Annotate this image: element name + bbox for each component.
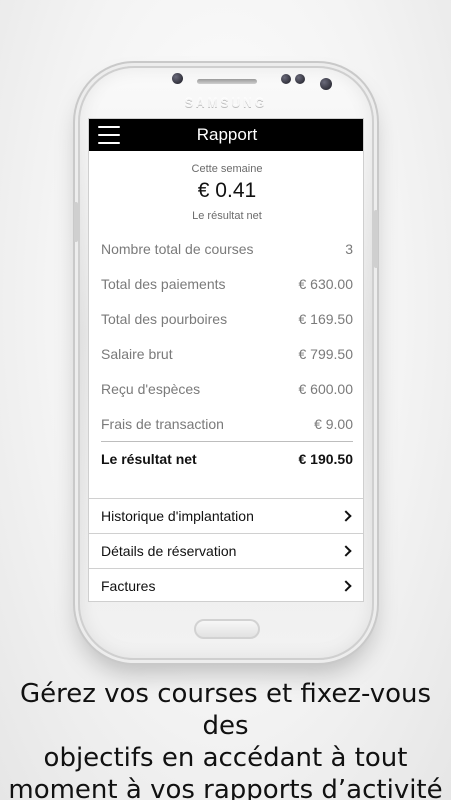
row-value: € 630.00 <box>298 275 354 292</box>
row-label: Salaire brut <box>101 345 173 362</box>
link-location-history[interactable]: Historique d'implantation <box>89 499 363 534</box>
app-header: Rapport <box>89 119 363 151</box>
caption-line: moment à vos rapports d’activité <box>8 775 443 800</box>
link-label: Détails de réservation <box>101 543 237 559</box>
row-label: Frais de transaction <box>101 415 224 432</box>
chevron-right-icon <box>340 510 352 522</box>
report-row-total-payments: Total des paiements € 630.00 <box>101 266 353 301</box>
device-brand-logo: SAMSUNG <box>184 96 268 110</box>
report-row-total-rides: Nombre total de courses 3 <box>101 231 353 266</box>
row-value: € 169.50 <box>298 310 354 327</box>
report-row-net-result: Le résultat net € 190.50 <box>101 441 353 476</box>
row-value: € 799.50 <box>298 345 354 362</box>
chevron-right-icon <box>340 580 352 592</box>
link-invoices[interactable]: Factures <box>89 569 363 601</box>
caption-line: objectifs en accédant à tout <box>43 743 408 773</box>
net-result-amount: € 0.41 <box>197 179 257 202</box>
link-booking-details[interactable]: Détails de réservation <box>89 534 363 569</box>
net-result-label: Le résultat net <box>192 210 262 222</box>
report-row-cash-received: Reçu d'espèces € 600.00 <box>101 371 353 406</box>
caption-line: Gérez vos courses et fixez-vous des <box>19 679 432 741</box>
report-row-transaction-fees: Frais de transaction € 9.00 <box>101 406 353 441</box>
period-label: Cette semaine <box>191 163 263 175</box>
earpiece-speaker <box>197 79 257 84</box>
chevron-right-icon <box>340 545 352 557</box>
proximity-sensor <box>172 73 183 84</box>
report-table: Nombre total de courses 3 Total des paie… <box>101 231 353 476</box>
row-value: € 190.50 <box>298 451 354 467</box>
row-label: Total des pourboires <box>101 310 228 327</box>
net-result-summary: Cette semaine € 0.41 Le résultat net <box>89 151 363 222</box>
hamburger-menu-icon[interactable] <box>98 126 120 144</box>
report-links: Historique d'implantation Détails de rés… <box>89 498 363 601</box>
app-screen: Rapport Cette semaine € 0.41 Le résultat… <box>88 118 364 602</box>
link-label: Historique d'implantation <box>101 508 254 524</box>
report-row-gross-salary: Salaire brut € 799.50 <box>101 336 353 371</box>
light-sensor <box>281 74 291 84</box>
power-button <box>374 210 378 268</box>
row-value: 3 <box>345 240 353 257</box>
report-row-total-tips: Total des pourboires € 169.50 <box>101 301 353 336</box>
front-camera <box>320 78 332 90</box>
row-label: Reçu d'espèces <box>101 380 201 397</box>
link-label: Factures <box>101 578 156 594</box>
row-label: Nombre total de courses <box>101 240 254 257</box>
page-title: Rapport <box>196 125 258 144</box>
home-button[interactable] <box>194 619 260 639</box>
row-label: Total des paiements <box>101 275 226 292</box>
row-value: € 600.00 <box>298 380 354 397</box>
row-label: Le résultat net <box>101 451 197 467</box>
row-value: € 9.00 <box>314 415 353 432</box>
promo-caption: Gérez vos courses et fixez-vous des obje… <box>0 678 451 800</box>
ir-sensor <box>295 74 305 84</box>
volume-button <box>74 202 78 242</box>
